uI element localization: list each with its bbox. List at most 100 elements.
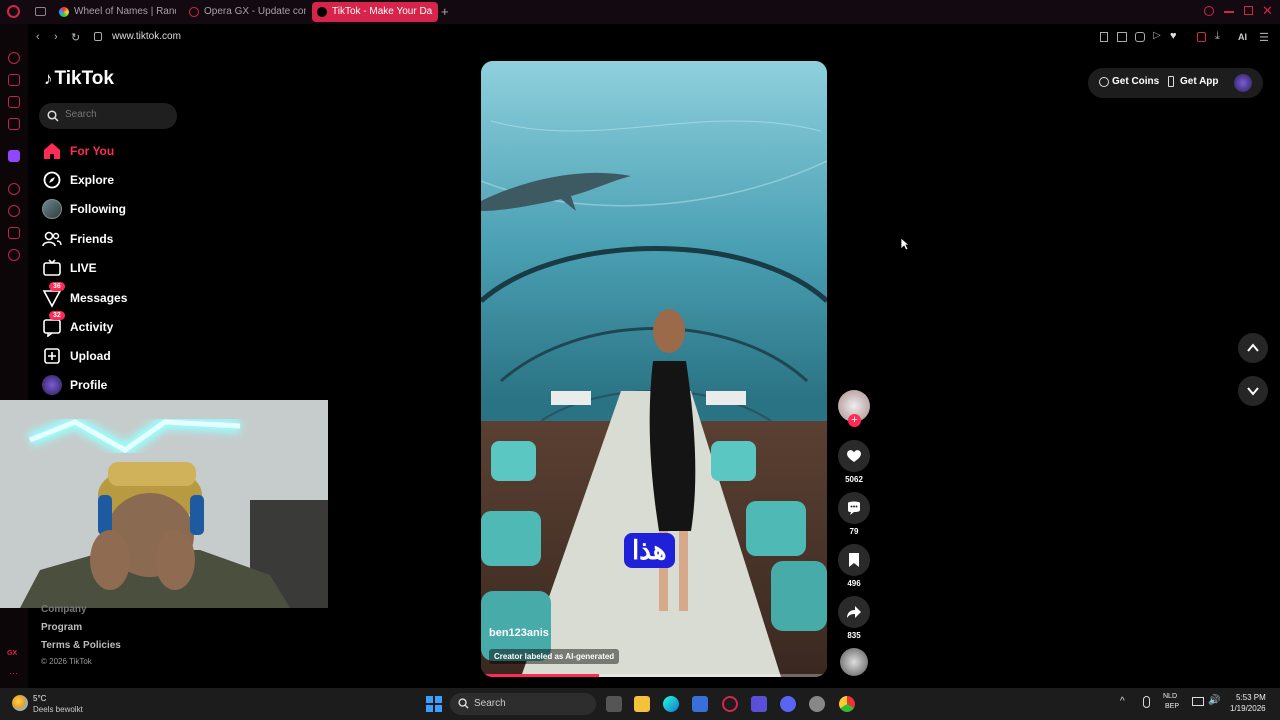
message-icon [42, 290, 62, 308]
get-coins-button[interactable]: Get Coins [1112, 76, 1159, 87]
player-sidebar-icon[interactable] [8, 183, 20, 195]
bookmark-icon[interactable] [1100, 32, 1108, 42]
url-field[interactable]: www.tiktok.com [112, 31, 181, 42]
share-button[interactable]: 835 [838, 596, 870, 640]
heart-icon[interactable]: ♥ [1170, 30, 1177, 42]
weather-icon[interactable] [12, 695, 28, 711]
video-author[interactable]: ben123anis [489, 627, 549, 639]
network-icon[interactable] [1192, 697, 1204, 706]
previous-video-button[interactable] [1238, 333, 1268, 363]
mouse-cursor-icon [900, 237, 910, 251]
nav-upload[interactable]: Upload [40, 343, 190, 369]
following-avatar-icon [42, 199, 62, 219]
tiktok-note-icon: ♪ [44, 69, 53, 88]
nav-label: For You [70, 144, 115, 158]
forward-icon[interactable]: › [54, 31, 58, 43]
history-icon[interactable] [8, 205, 20, 217]
gx-control-icon[interactable] [8, 52, 20, 64]
close-window-icon[interactable]: ✕ [1262, 3, 1273, 19]
nav-profile[interactable]: Profile [40, 372, 190, 398]
pinboard-icon[interactable] [8, 227, 20, 239]
edge-icon[interactable] [663, 696, 679, 712]
opera-gx-taskbar-icon[interactable] [722, 696, 738, 712]
search-tabs-icon[interactable] [1204, 6, 1214, 16]
tiktok-logo[interactable]: ♪ TikTok [44, 68, 114, 90]
comment-button[interactable]: 79 [838, 492, 870, 536]
nav-explore[interactable]: Explore [40, 167, 190, 193]
nav-following[interactable]: Following [40, 196, 190, 222]
reload-icon[interactable]: ↻ [71, 31, 80, 44]
player-icon[interactable]: ▷ [1153, 30, 1161, 41]
more-icon[interactable]: ··· [9, 668, 18, 678]
footer-program-link[interactable]: Program [41, 622, 82, 633]
tab-tiktok[interactable]: TikTok - Make Your Da [312, 2, 438, 22]
sound-disc[interactable] [838, 648, 870, 676]
nav-label: Messages [70, 291, 128, 305]
search-input[interactable] [65, 109, 165, 120]
video-progress-track[interactable] [481, 674, 827, 677]
logo-text: TikTok [54, 68, 114, 89]
opera-gx-logo-icon[interactable] [7, 5, 20, 18]
minimize-window-icon[interactable] [1224, 11, 1234, 13]
user-avatar[interactable] [1234, 74, 1252, 92]
comment-icon [848, 501, 860, 515]
clock-time[interactable]: 5:53 PM [1236, 693, 1266, 702]
gx-corner-icon[interactable] [8, 74, 20, 86]
gx-store-icon[interactable] [8, 118, 20, 130]
nav-for-you[interactable]: For You [40, 138, 190, 164]
like-count: 5062 [845, 475, 863, 484]
top-right-actions: Get Coins Get App [1088, 68, 1263, 98]
chrome-icon[interactable] [839, 696, 855, 712]
language-code[interactable]: NLD [1163, 693, 1177, 700]
volume-icon[interactable]: 🔊 [1208, 695, 1220, 706]
shield-icon[interactable] [1135, 32, 1145, 42]
gx-logo-icon: GX [7, 650, 18, 657]
creator-avatar[interactable]: + [838, 390, 870, 427]
activity-icon [43, 319, 61, 337]
keyboard-layout[interactable]: BEP [1165, 703, 1179, 710]
twitch-icon[interactable] [8, 150, 20, 162]
get-app-button[interactable]: Get App [1180, 76, 1219, 87]
profile-icon[interactable] [1197, 32, 1206, 42]
compass-icon [43, 171, 61, 189]
task-view-icon[interactable] [606, 696, 622, 712]
tab-manager-icon[interactable] [35, 7, 46, 16]
follow-plus-icon[interactable]: + [848, 414, 861, 427]
tab-opera-update[interactable]: Opera GX - Update comp [184, 2, 306, 22]
save-button[interactable]: 496 [838, 544, 870, 588]
restore-window-icon[interactable] [1244, 6, 1253, 15]
new-tab-button[interactable]: + [441, 4, 449, 19]
nav-live[interactable]: LIVE [40, 255, 190, 281]
ai-button[interactable]: AI [1238, 32, 1247, 42]
clock-date[interactable]: 1/19/2026 [1230, 704, 1266, 713]
discord-icon[interactable] [780, 696, 796, 712]
webcam-overlay [0, 400, 328, 608]
windows-start-icon[interactable] [426, 696, 442, 712]
app2-taskbar-icon[interactable] [809, 696, 825, 712]
back-icon[interactable]: ‹ [36, 31, 40, 43]
tray-chevron-icon[interactable]: ^ [1120, 696, 1125, 707]
store-icon[interactable] [692, 696, 708, 712]
menu-icon[interactable]: ☰ [1259, 31, 1269, 44]
comment-circle [838, 492, 870, 524]
taskbar-search[interactable]: Search [450, 693, 596, 715]
search-box[interactable] [39, 103, 177, 129]
tab-wheel-of-names[interactable]: Wheel of Names | Random [54, 2, 176, 22]
download-icon[interactable]: ⤓ [1215, 30, 1220, 43]
taskbar-search-icon [458, 698, 469, 709]
next-video-button[interactable] [1238, 376, 1268, 406]
video-player[interactable]: هذا ben123anis Creator labeled as AI-gen… [481, 61, 827, 677]
settings-icon[interactable] [8, 249, 20, 261]
footer-terms-link[interactable]: Terms & Policies [41, 640, 121, 651]
nav-friends[interactable]: Friends [40, 226, 190, 252]
like-button[interactable]: 5062 [838, 440, 870, 484]
app-taskbar-icon[interactable] [751, 696, 767, 712]
browser-tab-bar: Wheel of Names | Random Opera GX - Updat… [0, 0, 1280, 24]
nav-activity[interactable]: 32 Activity [40, 311, 190, 340]
snapshot-icon[interactable] [1117, 32, 1127, 42]
gx-cleaner-icon[interactable] [8, 96, 20, 108]
footer-company-link[interactable]: Company [41, 604, 87, 615]
nav-messages[interactable]: 36 Messages [40, 282, 190, 311]
microphone-icon[interactable] [1143, 696, 1150, 708]
file-explorer-icon[interactable] [634, 696, 650, 712]
